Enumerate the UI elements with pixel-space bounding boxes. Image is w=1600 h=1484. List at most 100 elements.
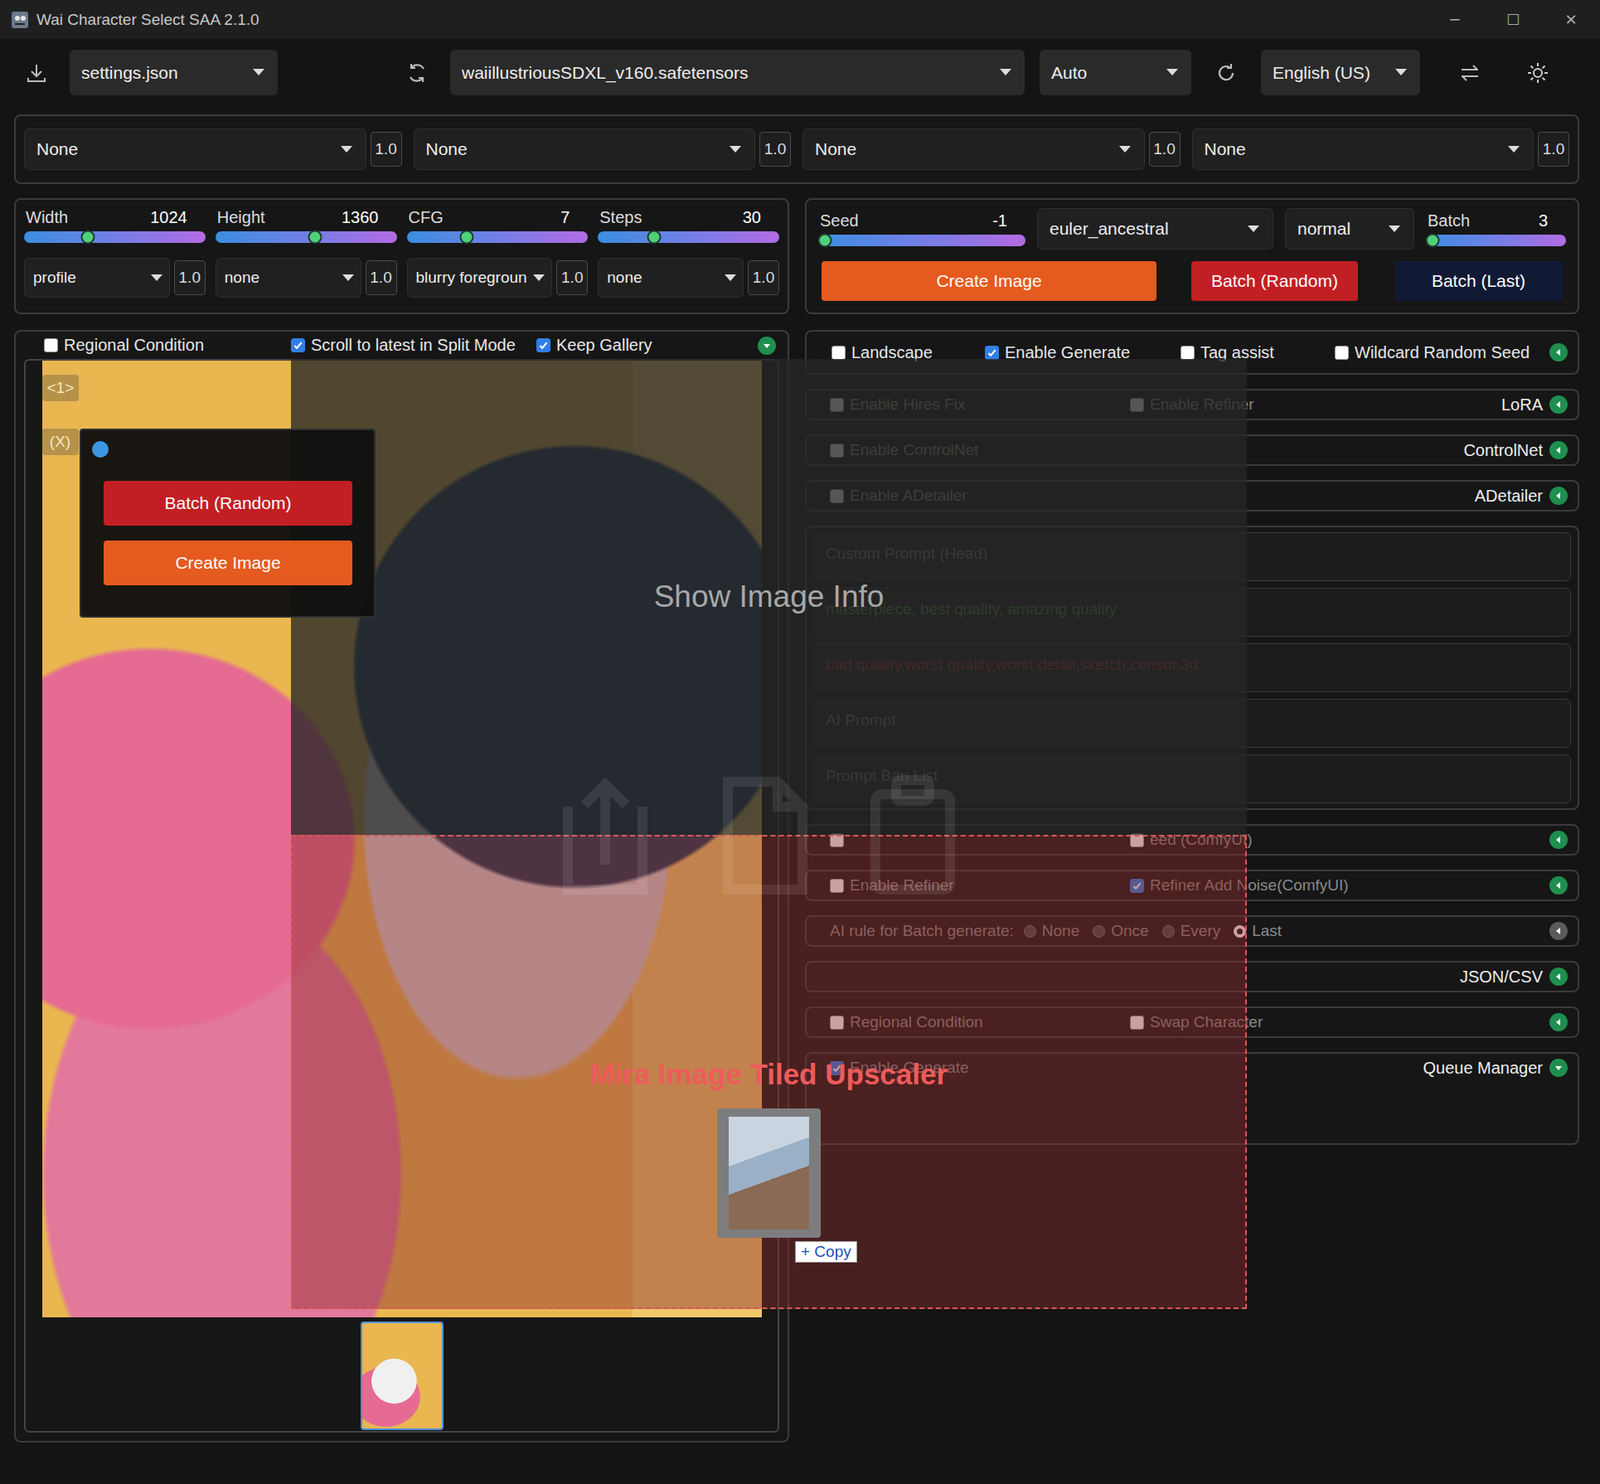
section-title[interactable]: JSON/CSV	[1459, 967, 1543, 987]
lora-dropdown[interactable]: None	[1192, 128, 1535, 170]
checkbox[interactable]	[984, 345, 999, 360]
scheduler-dropdown[interactable]: normal	[1284, 208, 1415, 250]
checkbox[interactable]	[290, 338, 306, 353]
expand-toggle[interactable]	[1549, 486, 1568, 505]
expand-toggle[interactable]	[1549, 441, 1568, 460]
seed-slider[interactable]: Seed-1	[818, 211, 1026, 247]
caret-down-icon	[1388, 224, 1401, 233]
checkbox[interactable]	[1334, 345, 1349, 360]
batch-last-button[interactable]: Batch (Last)	[1394, 261, 1563, 301]
checkbox-option[interactable]: Scroll to latest in Split Mode	[290, 335, 537, 355]
slider-track[interactable]	[215, 231, 398, 243]
lora-weight[interactable]: 1.0	[759, 131, 791, 167]
preset-weight[interactable]: 1.0	[747, 260, 780, 296]
chevron-icon	[1554, 1063, 1563, 1072]
language-dropdown[interactable]: English (US)	[1260, 49, 1421, 96]
maximize-button[interactable]: ☐	[1483, 0, 1542, 39]
checkbox[interactable]	[536, 338, 551, 353]
expand-toggle[interactable]	[1549, 1013, 1568, 1032]
dropdown-value: English (US)	[1272, 63, 1389, 83]
checkbox-option[interactable]: Wildcard Random Seed	[1334, 343, 1550, 363]
height-slider[interactable]: Height1360	[215, 208, 398, 243]
refresh-icon[interactable]	[1211, 58, 1242, 88]
image-close-badge[interactable]: (X)	[42, 428, 79, 456]
lora-weight[interactable]: 1.0	[1537, 131, 1570, 167]
section-title[interactable]: ControlNet	[1463, 441, 1543, 461]
create-image-button[interactable]: Create Image	[821, 261, 1157, 301]
expand-toggle[interactable]	[1549, 343, 1568, 362]
minimize-button[interactable]: ─	[1425, 0, 1484, 39]
expand-toggle[interactable]	[1549, 395, 1568, 414]
preset-weight[interactable]: 1.0	[174, 260, 206, 296]
gallery-thumbnail[interactable]	[360, 1321, 444, 1431]
download-icon[interactable]	[21, 58, 52, 88]
checkbox-option[interactable]: Regional Condition	[43, 335, 291, 355]
preset-dropdown[interactable]: blurry foregroun	[407, 257, 553, 298]
preset-dropdown[interactable]: none	[215, 257, 362, 298]
preset-dropdown[interactable]: profile	[24, 257, 170, 298]
lora-slot: None1.0	[413, 128, 792, 170]
checkbox[interactable]	[1180, 345, 1195, 360]
caret-down-icon	[1395, 68, 1407, 78]
lora-dropdown[interactable]: None	[802, 128, 1145, 170]
dragged-image[interactable]: + Copy	[717, 1108, 821, 1238]
popup-create-image-button[interactable]: Create Image	[103, 540, 353, 586]
upscaler-drop-zone[interactable]: Mira Image Tiled Upscaler+ Copy	[290, 834, 1247, 1310]
lora-slot: None1.0	[24, 128, 403, 170]
steps-slider[interactable]: Steps 30	[597, 208, 780, 243]
batch-random-button[interactable]: Batch (Random)	[1191, 261, 1358, 301]
slider-track[interactable]	[597, 231, 780, 243]
slider-thumb[interactable]	[1425, 233, 1440, 248]
slider-track[interactable]	[1425, 234, 1567, 247]
cfg-slider[interactable]: CFG7	[407, 208, 589, 243]
slider-thumb[interactable]	[647, 230, 662, 245]
option-label: Regional Condition	[63, 335, 204, 355]
slider-track[interactable]	[818, 234, 1026, 247]
preset-dropdown[interactable]: none	[597, 257, 744, 298]
close-button[interactable]: ✕	[1541, 0, 1600, 39]
checkbox-option[interactable]: Keep Gallery	[536, 335, 758, 355]
section-title[interactable]: ADetailer	[1474, 486, 1543, 506]
slider-track[interactable]	[407, 231, 589, 243]
image-index-badge[interactable]: <1>	[42, 374, 80, 402]
lora-weight[interactable]: 1.0	[370, 131, 403, 167]
width-slider[interactable]: Width1024	[24, 208, 206, 243]
expand-toggle[interactable]	[757, 336, 776, 355]
lora-dropdown[interactable]: None	[413, 128, 757, 170]
slider-track[interactable]	[24, 231, 206, 243]
popup-batch-random-button[interactable]: Batch (Random)	[103, 480, 353, 526]
expand-toggle[interactable]	[1549, 830, 1568, 849]
swap-icon[interactable]	[1454, 58, 1485, 88]
mode-dropdown[interactable]: Auto	[1039, 49, 1192, 96]
lora-dropdown[interactable]: None	[24, 128, 367, 170]
slider-thumb[interactable]	[817, 233, 832, 248]
slider-value: 30	[742, 208, 762, 228]
sun-icon[interactable]	[1522, 58, 1553, 88]
model-dropdown[interactable]: waiillustriousSDXL_v160.safetensors	[450, 49, 1025, 96]
settings-dropdown[interactable]: settings.json	[69, 49, 278, 96]
batch-slider[interactable]: Batch3	[1425, 211, 1567, 247]
action-buttons: Create Image Batch (Random) Batch (Last)	[818, 261, 1567, 301]
lora-weight[interactable]: 1.0	[1149, 131, 1181, 167]
slider-label: Steps	[599, 208, 642, 228]
show-image-info-zone[interactable]: Show Image Info	[290, 358, 1247, 835]
slider-thumb[interactable]	[459, 230, 474, 245]
slider-thumb[interactable]	[308, 230, 323, 245]
checkbox[interactable]	[43, 338, 59, 353]
slider-label: Height	[217, 208, 266, 228]
checkbox[interactable]	[831, 345, 846, 360]
slider-thumb[interactable]	[80, 230, 95, 245]
expand-toggle[interactable]	[1549, 1058, 1568, 1077]
sync-icon[interactable]	[402, 58, 432, 88]
sampler-dropdown[interactable]: euler_ancestral	[1037, 208, 1274, 250]
expand-toggle[interactable]	[1549, 876, 1568, 895]
preset-weight[interactable]: 1.0	[365, 260, 398, 296]
section-title[interactable]: Queue Manager	[1422, 1058, 1543, 1078]
image-drop-overlay: Show Image InfoMira Image Tiled Upscaler…	[290, 358, 1247, 1310]
chevron-icon	[1554, 972, 1563, 981]
dropdown-value: none	[224, 268, 340, 287]
preset-weight[interactable]: 1.0	[556, 260, 588, 296]
expand-toggle[interactable]	[1549, 967, 1568, 986]
expand-toggle[interactable]	[1549, 921, 1568, 941]
section-title[interactable]: LoRA	[1501, 395, 1543, 415]
